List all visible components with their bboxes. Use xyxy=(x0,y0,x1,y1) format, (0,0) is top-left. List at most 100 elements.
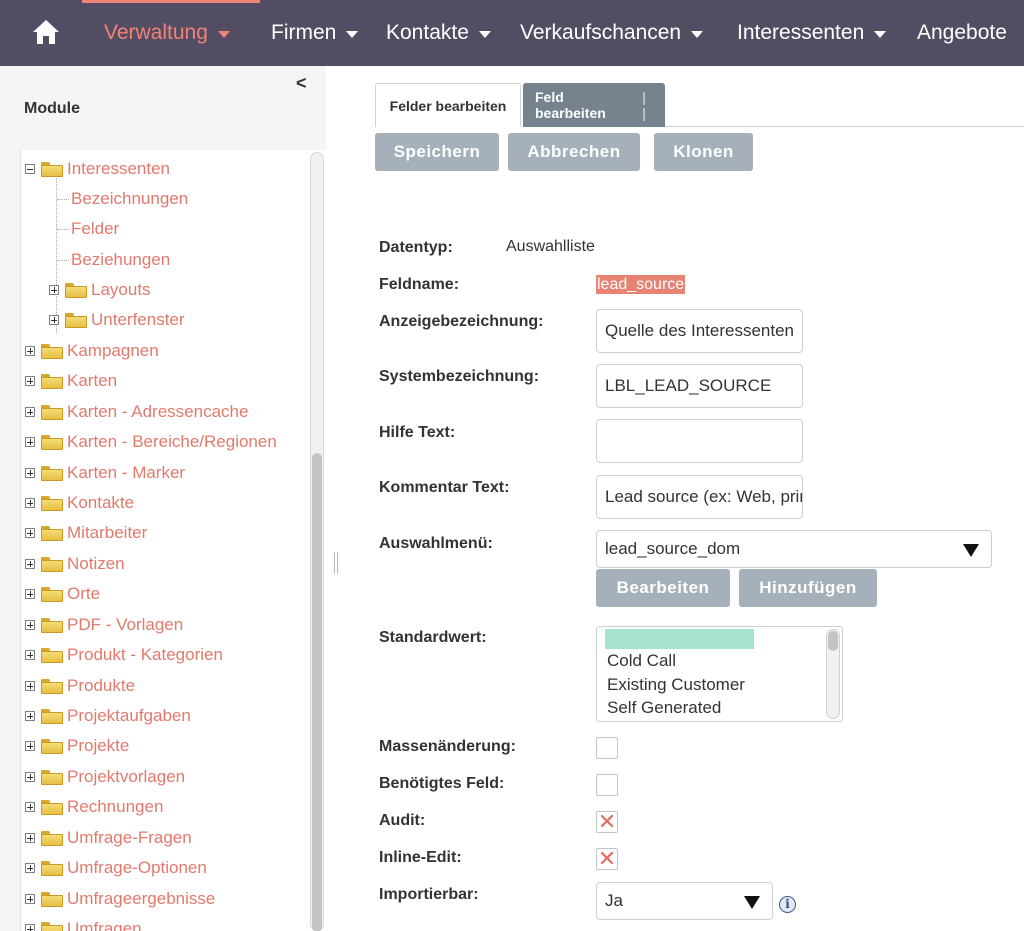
tree-item-layouts[interactable]: Layouts xyxy=(49,277,151,303)
expand-toggle-icon[interactable] xyxy=(49,315,59,325)
tree-item[interactable]: Orte xyxy=(25,581,100,607)
folder-icon xyxy=(41,525,63,541)
tree-item-interessenten[interactable]: Interessenten xyxy=(25,156,170,182)
tree-item-felder[interactable]: Felder xyxy=(57,216,119,242)
listbox-option[interactable]: Existing Customer xyxy=(607,675,745,695)
save-button[interactable]: Speichern xyxy=(375,133,499,171)
expand-toggle-icon[interactable] xyxy=(25,620,35,630)
tree-item[interactable]: Kontakte xyxy=(25,490,134,516)
expand-toggle-icon[interactable] xyxy=(25,924,35,931)
datatype-label: Datentyp: xyxy=(379,239,453,256)
tree-item-bezeichnungen[interactable]: Bezeichnungen xyxy=(57,186,188,212)
module-tree: Interessenten Bezeichnungen Felder Bezie… xyxy=(20,150,326,931)
listbox-scrollbar-thumb[interactable] xyxy=(828,631,838,651)
display-label-input[interactable]: Quelle des Interessenten xyxy=(596,309,803,353)
add-dropdown-button[interactable]: Hinzufügen xyxy=(739,569,877,607)
panel-resize-handle[interactable] xyxy=(334,552,338,574)
expand-toggle-icon[interactable] xyxy=(25,802,35,812)
expand-toggle-icon[interactable] xyxy=(25,468,35,478)
expand-toggle-icon[interactable] xyxy=(25,833,35,843)
tree-item[interactable]: Produkt - Kategorien xyxy=(25,642,223,668)
expand-toggle-icon[interactable] xyxy=(25,741,35,751)
expand-toggle-icon[interactable] xyxy=(25,589,35,599)
help-text-input[interactable] xyxy=(596,419,803,463)
nav-item-firmen[interactable]: Firmen xyxy=(271,19,359,47)
listbox-option-empty-selected[interactable] xyxy=(605,629,754,649)
collapse-sidebar-icon[interactable]: < xyxy=(296,73,307,94)
tree-item[interactable]: Karten xyxy=(25,368,117,394)
tree-item-unterfenster[interactable]: Unterfenster xyxy=(49,307,185,333)
tree-item[interactable]: Kampagnen xyxy=(25,338,159,364)
tree-item[interactable]: Umfrageergebnisse xyxy=(25,886,215,912)
chevron-down-icon xyxy=(691,30,704,38)
info-icon[interactable]: i xyxy=(779,896,796,913)
system-label-input[interactable]: LBL_LEAD_SOURCE xyxy=(596,364,803,408)
tree-item[interactable]: Projekte xyxy=(25,733,129,759)
audit-checkbox[interactable]: ✕ xyxy=(596,809,618,834)
dropdown-select[interactable]: lead_source_dom xyxy=(596,530,992,568)
expand-toggle-icon[interactable] xyxy=(25,772,35,782)
tree-scrollbar[interactable] xyxy=(310,152,324,931)
tree-item[interactable]: Karten - Marker xyxy=(25,460,185,486)
tab-felder-bearbeiten[interactable]: Felder bearbeiten xyxy=(375,83,521,127)
datatype-value: Auswahlliste xyxy=(506,238,595,255)
importable-select[interactable]: Ja xyxy=(596,882,773,920)
nav-item-kontakte[interactable]: Kontakte xyxy=(386,19,491,47)
tree-item[interactable]: Karten - Bereiche/Regionen xyxy=(25,429,277,455)
folder-icon xyxy=(41,586,63,602)
expand-toggle-icon[interactable] xyxy=(25,528,35,538)
expand-toggle-icon[interactable] xyxy=(25,711,35,721)
tree-item[interactable]: Rechnungen xyxy=(25,794,163,820)
tree-item[interactable]: Produkte xyxy=(25,673,135,699)
folder-icon xyxy=(41,647,63,663)
display-label-label: Anzeigebezeichnung: xyxy=(379,313,544,330)
importable-label: Importierbar: xyxy=(379,886,479,903)
chevron-down-icon xyxy=(478,30,491,38)
tree-item[interactable]: Projektvorlagen xyxy=(25,764,185,790)
collapse-toggle-icon[interactable] xyxy=(25,164,35,174)
default-value-listbox[interactable]: Cold Call Existing Customer Self Generat… xyxy=(596,626,843,722)
expand-toggle-icon[interactable] xyxy=(25,559,35,569)
tree-item[interactable]: Umfrage-Fragen xyxy=(25,825,192,851)
tree-item[interactable]: Mitarbeiter xyxy=(25,520,147,546)
inline-edit-checkbox[interactable]: ✕ xyxy=(596,846,618,871)
folder-icon xyxy=(41,799,63,815)
edit-dropdown-button[interactable]: Bearbeiten xyxy=(596,569,730,607)
tree-scrollbar-thumb[interactable] xyxy=(312,453,322,931)
expand-toggle-icon[interactable] xyxy=(25,376,35,386)
expand-toggle-icon[interactable] xyxy=(25,437,35,447)
expand-toggle-icon[interactable] xyxy=(49,285,59,295)
expand-toggle-icon[interactable] xyxy=(25,346,35,356)
tree-item[interactable]: PDF - Vorlagen xyxy=(25,612,183,638)
tree-item-beziehungen[interactable]: Beziehungen xyxy=(57,247,170,273)
expand-toggle-icon[interactable] xyxy=(25,407,35,417)
cancel-button[interactable]: Abbrechen xyxy=(508,133,640,171)
listbox-option[interactable]: Cold Call xyxy=(607,651,676,671)
expand-toggle-icon[interactable] xyxy=(25,863,35,873)
nav-item-verkaufschancen[interactable]: Verkaufschancen xyxy=(520,19,704,47)
tree-item[interactable]: Karten - Adressencache xyxy=(25,399,248,425)
expand-toggle-icon[interactable] xyxy=(25,681,35,691)
required-field-checkbox[interactable] xyxy=(596,774,618,796)
top-navigation: Verwaltung Firmen Kontakte Verkaufschanc… xyxy=(0,0,1024,66)
folder-icon xyxy=(41,830,63,846)
expand-toggle-icon[interactable] xyxy=(25,894,35,904)
listbox-option[interactable]: Self Generated xyxy=(607,698,721,718)
expand-toggle-icon[interactable] xyxy=(25,650,35,660)
tab-feld-bearbeiten[interactable]: Feld bearbeiten | | xyxy=(523,83,665,127)
tree-item[interactable]: Notizen xyxy=(25,551,125,577)
listbox-scrollbar[interactable] xyxy=(826,629,840,719)
comment-text-input[interactable]: Lead source (ex: Web, print) xyxy=(596,475,803,519)
home-icon[interactable] xyxy=(32,18,60,46)
tree-item[interactable]: Umfragen xyxy=(25,916,142,931)
nav-item-verwaltung[interactable]: Verwaltung xyxy=(104,19,230,47)
tree-item[interactable]: Umfrage-Optionen xyxy=(25,855,207,881)
expand-toggle-icon[interactable] xyxy=(25,498,35,508)
nav-item-angebote[interactable]: Angebote xyxy=(917,19,1007,47)
clone-button[interactable]: Klonen xyxy=(654,133,753,171)
tree-item[interactable]: Projektaufgaben xyxy=(25,703,191,729)
dropdown-label: Auswahlmenü: xyxy=(379,535,493,552)
folder-icon xyxy=(65,282,87,298)
mass-update-checkbox[interactable] xyxy=(596,737,618,759)
nav-item-interessenten[interactable]: Interessenten xyxy=(737,19,887,47)
